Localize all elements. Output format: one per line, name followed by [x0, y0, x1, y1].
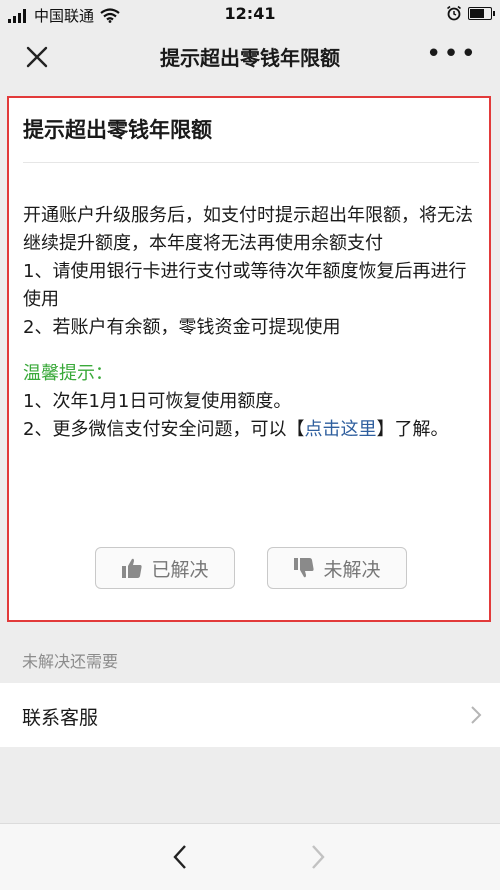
intro-paragraph: 开通账户升级服务后，如支付时提示超出年限额，将无法继续提升额度，本年度将无法再使… — [23, 205, 473, 254]
article-title: 提示超出零钱年限额 — [23, 118, 212, 142]
thumbs-down-icon — [294, 558, 315, 578]
status-bar: 中国联通 12:41 — [0, 0, 500, 28]
chevron-right-icon — [471, 706, 482, 724]
click-here-link[interactable]: 点击这里 — [304, 419, 376, 440]
thumbs-up-icon — [122, 558, 143, 578]
battery-icon — [468, 6, 495, 20]
bottom-toolbar — [0, 823, 500, 890]
tip-heading: 温馨提示： — [23, 363, 113, 384]
unsolved-button[interactable]: 未解决 — [267, 547, 407, 589]
more-icon[interactable]: ••• — [426, 41, 478, 67]
unsolved-label: 未解决 — [323, 558, 381, 581]
solution-item-1: 1、请使用银行卡进行支付或等待次年额度恢复后再进行使用 — [23, 261, 467, 310]
title-divider — [23, 162, 479, 163]
back-icon[interactable] — [172, 844, 188, 870]
forward-icon[interactable] — [310, 844, 326, 870]
alarm-icon — [447, 5, 461, 21]
battery-fill — [470, 8, 485, 18]
contact-support-label: 联系客服 — [22, 707, 99, 729]
solution-item-2: 2、若账户有余额，零钱资金可提现使用 — [23, 317, 341, 338]
nav-bar: 提示超出零钱年限额 ••• — [0, 28, 500, 86]
solved-button[interactable]: 已解决 — [95, 547, 235, 589]
tip-text-before: 2、更多微信支付安全问题，可以【 — [23, 419, 305, 440]
solved-label: 已解决 — [151, 558, 209, 581]
article-body: 开通账户升级服务后，如支付时提示超出年限额，将无法继续提升额度，本年度将无法再使… — [23, 202, 479, 444]
section-label: 未解决还需要 — [22, 652, 119, 671]
tip-item-2: 2、更多微信支付安全问题，可以【点击这里】了解。 — [23, 416, 479, 444]
status-time: 12:41 — [224, 4, 276, 23]
status-right — [446, 5, 495, 21]
tip-text-after: 】了解。 — [376, 419, 449, 440]
tip-item-1: 1、次年1月1日可恢复使用额度。 — [23, 391, 292, 412]
contact-support-row[interactable]: 联系客服 — [0, 683, 500, 747]
article-card: 提示超出零钱年限额 开通账户升级服务后，如支付时提示超出年限额，将无法继续提升额… — [7, 96, 491, 622]
